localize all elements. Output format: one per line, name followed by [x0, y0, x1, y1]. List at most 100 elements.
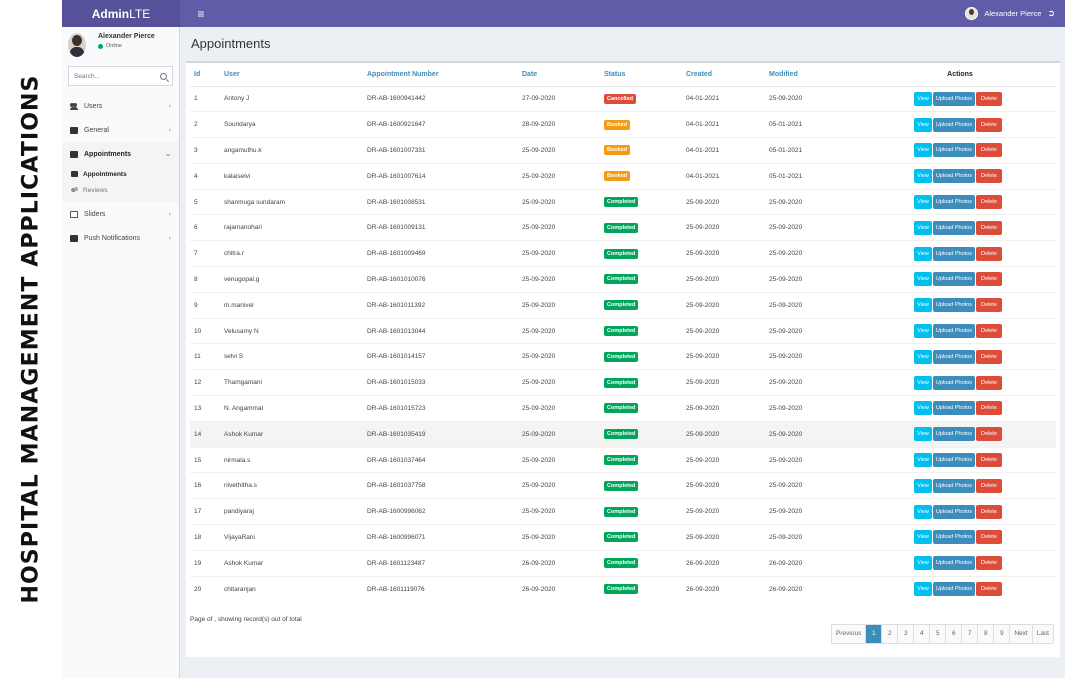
- sidebar-item-appointments[interactable]: Appointments ⌄: [62, 142, 179, 166]
- delete-button[interactable]: Delete: [976, 530, 1002, 545]
- delete-button[interactable]: Delete: [976, 349, 1002, 364]
- delete-button[interactable]: Delete: [976, 504, 1002, 519]
- delete-button[interactable]: Delete: [976, 169, 1002, 184]
- cell-actions: View Upload Photos Delete: [860, 446, 1056, 473]
- page-link-2[interactable]: 2: [881, 625, 898, 643]
- view-button[interactable]: View: [914, 272, 932, 287]
- sidebar-item-users[interactable]: Users ‹: [62, 94, 179, 118]
- sign-out-icon[interactable]: ➲: [1047, 8, 1055, 19]
- view-button[interactable]: View: [914, 530, 932, 545]
- view-button[interactable]: View: [914, 324, 932, 339]
- sidebar-item-general[interactable]: General ‹: [62, 118, 179, 142]
- view-button[interactable]: View: [914, 195, 932, 210]
- upload-photos-button[interactable]: Upload Photos: [932, 272, 975, 287]
- sidebar-item-sliders[interactable]: Sliders ‹: [62, 202, 179, 226]
- cell-date: 26-09-2020: [518, 575, 600, 602]
- view-button[interactable]: View: [914, 91, 932, 106]
- view-button[interactable]: View: [914, 427, 932, 442]
- upload-photos-button[interactable]: Upload Photos: [932, 169, 975, 184]
- view-button[interactable]: View: [914, 401, 932, 416]
- upload-photos-button[interactable]: Upload Photos: [932, 556, 975, 571]
- view-button[interactable]: View: [914, 504, 932, 519]
- sidebar-item-push-notifications[interactable]: Push Notifications ‹: [62, 226, 179, 250]
- delete-button[interactable]: Delete: [976, 453, 1002, 468]
- view-button[interactable]: View: [914, 246, 932, 261]
- upload-photos-button[interactable]: Upload Photos: [932, 91, 975, 106]
- upload-photos-button[interactable]: Upload Photos: [932, 504, 975, 519]
- submenu-item-reviews[interactable]: Reviews: [62, 182, 179, 198]
- upload-photos-button[interactable]: Upload Photos: [932, 427, 975, 442]
- column-header-created[interactable]: Created: [682, 63, 765, 87]
- view-button[interactable]: View: [914, 117, 932, 132]
- page-link-5[interactable]: 5: [929, 625, 946, 643]
- last-page-button[interactable]: Last: [1031, 625, 1053, 643]
- delete-button[interactable]: Delete: [976, 582, 1002, 597]
- delete-button[interactable]: Delete: [976, 401, 1002, 416]
- submenu-item-appointments[interactable]: Appointments: [62, 166, 179, 182]
- cell-status: Completed: [600, 240, 682, 267]
- cell-actions: View Upload Photos Delete: [860, 188, 1056, 215]
- view-button[interactable]: View: [914, 220, 932, 235]
- upload-photos-button[interactable]: Upload Photos: [932, 298, 975, 313]
- upload-photos-button[interactable]: Upload Photos: [932, 143, 975, 158]
- column-header-date[interactable]: Date: [518, 63, 600, 87]
- upload-photos-button[interactable]: Upload Photos: [932, 220, 975, 235]
- delete-button[interactable]: Delete: [976, 324, 1002, 339]
- view-button[interactable]: View: [914, 349, 932, 364]
- bars-icon[interactable]: ≡: [194, 7, 208, 21]
- page-link-4[interactable]: 4: [913, 625, 930, 643]
- column-header-modified[interactable]: Modified: [765, 63, 860, 87]
- brand-logo[interactable]: Admin LTE: [62, 0, 180, 27]
- delete-button[interactable]: Delete: [976, 246, 1002, 261]
- upload-photos-button[interactable]: Upload Photos: [932, 478, 975, 493]
- delete-button[interactable]: Delete: [976, 143, 1002, 158]
- view-button[interactable]: View: [914, 298, 932, 313]
- view-button[interactable]: View: [914, 582, 932, 597]
- upload-photos-button[interactable]: Upload Photos: [932, 349, 975, 364]
- previous-page-button[interactable]: Previous: [832, 625, 866, 643]
- view-button[interactable]: View: [914, 169, 932, 184]
- view-button[interactable]: View: [914, 478, 932, 493]
- user-menu[interactable]: Alexander Pierce ➲: [965, 7, 1065, 20]
- page-link-9[interactable]: 9: [993, 625, 1010, 643]
- delete-button[interactable]: Delete: [976, 220, 1002, 235]
- page-link-1[interactable]: 1: [865, 625, 882, 643]
- delete-button[interactable]: Delete: [976, 427, 1002, 442]
- search-input[interactable]: [74, 72, 154, 80]
- upload-photos-button[interactable]: Upload Photos: [932, 582, 975, 597]
- search-icon[interactable]: [160, 72, 167, 80]
- page-link-7[interactable]: 7: [961, 625, 978, 643]
- delete-button[interactable]: Delete: [976, 195, 1002, 210]
- view-button[interactable]: View: [914, 556, 932, 571]
- upload-photos-button[interactable]: Upload Photos: [932, 530, 975, 545]
- page-link-6[interactable]: 6: [945, 625, 962, 643]
- column-header-appointment-number[interactable]: Appointment Number: [363, 63, 518, 87]
- delete-button[interactable]: Delete: [976, 478, 1002, 493]
- upload-photos-button[interactable]: Upload Photos: [932, 246, 975, 261]
- column-header-status[interactable]: Status: [600, 63, 682, 87]
- delete-button[interactable]: Delete: [976, 117, 1002, 132]
- upload-photos-button[interactable]: Upload Photos: [932, 375, 975, 390]
- delete-button[interactable]: Delete: [976, 375, 1002, 390]
- page-link-8[interactable]: 8: [977, 625, 994, 643]
- upload-photos-button[interactable]: Upload Photos: [932, 324, 975, 339]
- next-page-button[interactable]: Next: [1009, 625, 1032, 643]
- upload-photos-button[interactable]: Upload Photos: [932, 117, 975, 132]
- column-header-user[interactable]: User: [220, 63, 363, 87]
- delete-button[interactable]: Delete: [976, 272, 1002, 287]
- cell-created: 25-09-2020: [682, 369, 765, 396]
- cell-status: Completed: [600, 317, 682, 344]
- column-header-id[interactable]: Id: [190, 63, 220, 87]
- upload-photos-button[interactable]: Upload Photos: [932, 195, 975, 210]
- delete-button[interactable]: Delete: [976, 91, 1002, 106]
- view-button[interactable]: View: [914, 375, 932, 390]
- delete-button[interactable]: Delete: [976, 556, 1002, 571]
- delete-button[interactable]: Delete: [976, 298, 1002, 313]
- view-button[interactable]: View: [914, 453, 932, 468]
- cell-status: Completed: [600, 369, 682, 396]
- cell-actions: View Upload Photos Delete: [860, 524, 1056, 551]
- view-button[interactable]: View: [914, 143, 932, 158]
- upload-photos-button[interactable]: Upload Photos: [932, 401, 975, 416]
- upload-photos-button[interactable]: Upload Photos: [932, 453, 975, 468]
- page-link-3[interactable]: 3: [897, 625, 914, 643]
